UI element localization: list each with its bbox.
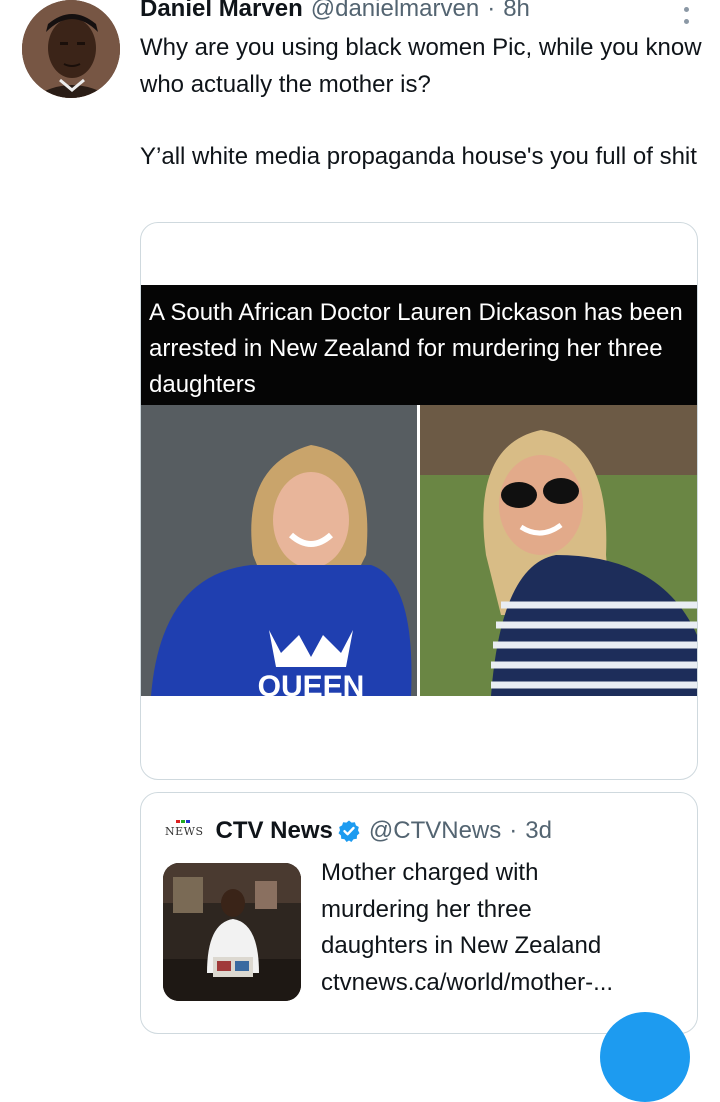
quoted-link[interactable]: ctvnews.ca/world/mother-... <box>321 965 691 1002</box>
tweet-header: Daniel Marven @danielmarven · 8h <box>140 0 700 26</box>
author-avatar[interactable] <box>22 0 120 98</box>
quoted-author-name[interactable]: CTV News <box>216 817 333 845</box>
time-separator: · <box>509 817 518 844</box>
shirt-text: QUEEN <box>258 670 365 696</box>
quoted-title-line: murdering her three <box>321 895 532 923</box>
tweet-text: Why are you using black women Pic, while… <box>140 30 710 176</box>
time-separator: · <box>487 0 496 22</box>
quoted-title-line: daughters in New Zealand <box>321 932 602 959</box>
avatar-image <box>22 0 120 98</box>
media-caption: A South African Doctor Lauren Dickason h… <box>141 285 697 405</box>
quoted-thumbnail[interactable] <box>163 863 301 1001</box>
more-dots-icon[interactable] <box>682 0 690 24</box>
author-handle[interactable]: @danielmarven <box>311 0 479 23</box>
thumbnail-image <box>163 863 301 1001</box>
compose-tweet-button[interactable] <box>600 1012 690 1102</box>
author-name[interactable]: Daniel Marven <box>140 0 303 23</box>
ctv-logo: NEWS <box>165 819 204 838</box>
quoted-tweet-card[interactable]: NEWS CTV News @CTVNews · 3d Mother charg… <box>140 792 698 1034</box>
tweet-media-card[interactable]: A South African Doctor Lauren Dickason h… <box>140 222 698 780</box>
logo-text: NEWS <box>165 824 204 838</box>
quoted-title-line: Mother charged with <box>321 859 539 886</box>
tweet-paragraph: Y’all white media propaganda house's you… <box>140 143 697 170</box>
quoted-author-handle[interactable]: @CTVNews <box>369 817 501 845</box>
tweet-paragraph: Why are you using black women Pic, while… <box>140 34 702 98</box>
quoted-tweet-header: NEWS CTV News @CTVNews · 3d <box>165 815 552 847</box>
quoted-tweet-text: Mother charged with murdering her three … <box>321 855 691 1001</box>
tweet-time[interactable]: 8h <box>503 0 530 23</box>
quoted-tweet-time[interactable]: 3d <box>525 817 552 845</box>
media-photo[interactable]: QUEEN <box>141 405 697 696</box>
verified-badge-icon <box>338 820 360 842</box>
